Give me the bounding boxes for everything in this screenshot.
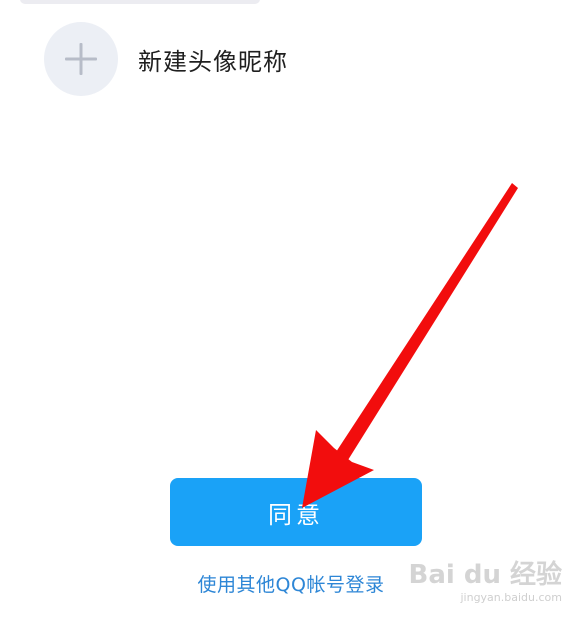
new-avatar-nickname-label: 新建头像昵称 — [138, 47, 288, 76]
agree-button[interactable]: 同意 — [170, 478, 422, 546]
watermark-url: jingyan.baidu.com — [460, 591, 562, 604]
baidu-jingyan-watermark: Bai du 经验 jingyan.baidu.com — [409, 562, 563, 603]
watermark-logo: Bai du 经验 — [408, 560, 563, 590]
arrow-shaft — [336, 183, 518, 460]
new-avatar-nickname-row[interactable]: 新建头像昵称 — [44, 22, 288, 96]
plus-icon[interactable] — [44, 22, 118, 96]
previous-list-item-edge — [20, 0, 260, 4]
